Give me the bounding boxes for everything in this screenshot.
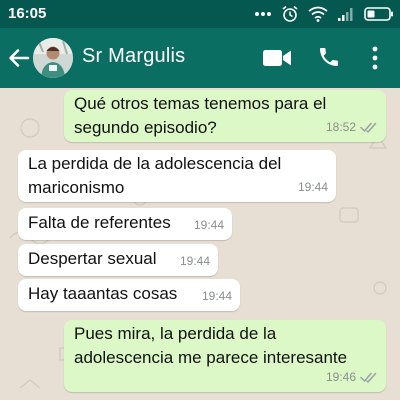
message-meta: 18:52 <box>326 115 378 139</box>
contact-name[interactable]: Sr Margulis <box>82 45 185 68</box>
wifi-icon <box>308 6 328 22</box>
chat-header: Sr Margulis <box>0 28 400 88</box>
read-ticks-icon <box>360 372 377 383</box>
message-meta: 19:44 <box>194 213 224 237</box>
status-bar: 16:05 <box>0 0 400 28</box>
avatar[interactable] <box>33 38 73 78</box>
message-line: mariconismo <box>28 178 125 197</box>
signal-icon <box>338 8 353 21</box>
message-line: Pues mira, la perdida de la <box>74 324 277 343</box>
message-list[interactable]: Qué otros temas tenemos para el segundo … <box>0 88 400 400</box>
more-vert-icon[interactable] <box>370 45 380 71</box>
message-time: 18:52 <box>325 120 356 134</box>
message-time: 19:44 <box>201 289 232 303</box>
message-line: segundo episodio? <box>74 118 217 137</box>
phone-call-icon[interactable] <box>317 45 341 69</box>
chat-screen: 16:05 Sr Margulis Qué otros temas tenemo… <box>0 0 400 400</box>
message-time: 19:46 <box>325 370 356 384</box>
message-bubble-incoming[interactable]: Hay taaantas cosas 19:44 <box>18 279 240 311</box>
alarm-icon <box>282 5 298 22</box>
message-time: 19:44 <box>179 254 210 268</box>
message-meta: 19:44 <box>180 249 210 273</box>
message-line: La perdida de la adolescencia del <box>28 154 282 173</box>
read-ticks-icon <box>360 122 377 133</box>
status-icons <box>254 4 394 24</box>
message-bubble-incoming[interactable]: La perdida de la adolescencia del marico… <box>18 150 336 202</box>
message-bubble-outgoing[interactable]: Qué otros temas tenemos para el segundo … <box>64 90 386 142</box>
status-time: 16:05 <box>8 5 47 22</box>
message-text: Pues mira, la perdida de la adolescencia… <box>74 322 347 370</box>
back-arrow-icon[interactable] <box>6 45 32 71</box>
message-meta: 19:44 <box>202 284 232 308</box>
battery-icon <box>364 7 393 21</box>
video-call-icon[interactable] <box>262 47 292 69</box>
message-meta: 19:44 <box>298 175 328 199</box>
message-text: Falta de referentes <box>28 213 171 232</box>
message-bubble-outgoing[interactable]: Pues mira, la perdida de la adolescencia… <box>64 320 386 392</box>
message-line: adolescencia me parece interesante <box>74 348 348 367</box>
message-bubble-incoming[interactable]: Despertar sexual 19:44 <box>18 244 218 276</box>
message-text: La perdida de la adolescencia del marico… <box>28 152 281 200</box>
message-meta: 19:46 <box>326 365 378 389</box>
message-time: 19:44 <box>193 218 224 232</box>
message-text: Hay taaantas cosas <box>28 284 178 303</box>
message-bubble-incoming[interactable]: Falta de referentes 19:44 <box>18 208 232 240</box>
more-dots-icon <box>255 12 271 16</box>
message-text: Qué otros temas tenemos para el segundo … <box>74 92 326 140</box>
message-time: 19:44 <box>297 180 328 194</box>
message-line: Qué otros temas tenemos para el <box>74 94 327 113</box>
message-text: Despertar sexual <box>28 249 157 268</box>
